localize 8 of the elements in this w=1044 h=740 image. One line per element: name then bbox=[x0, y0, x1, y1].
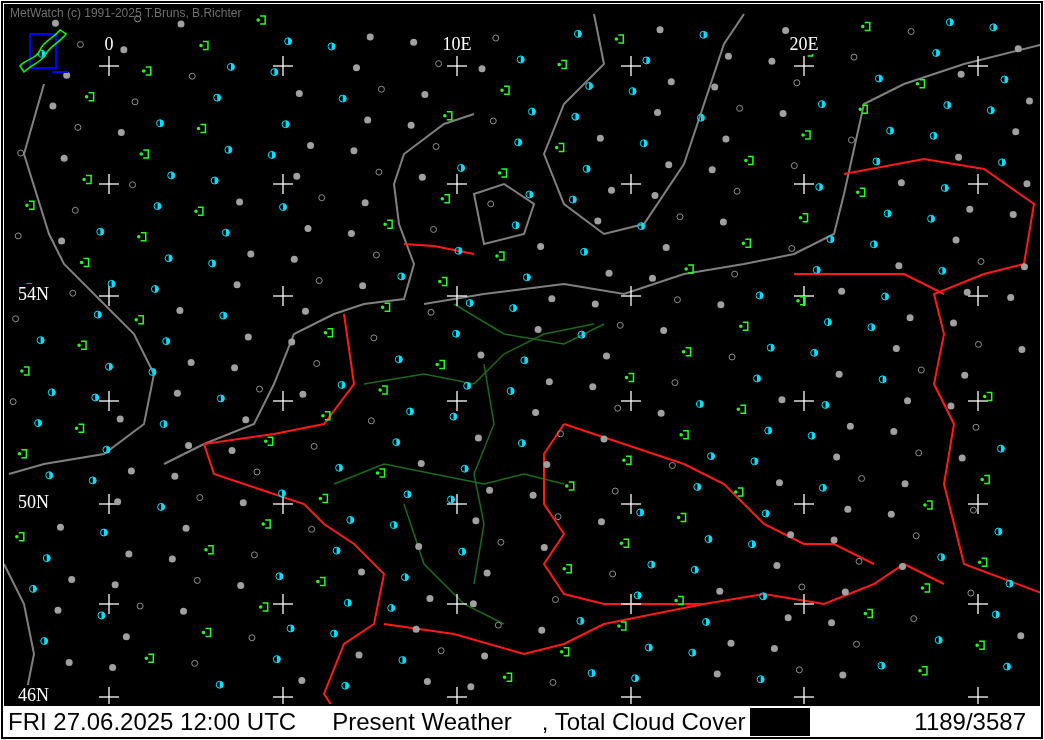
longitude-label: 20E bbox=[789, 34, 819, 54]
parameter-text: , Total Cloud Cover bbox=[541, 708, 750, 736]
copyright-title: MetWatch (c) 1991-2025 T.Bruns, B.Richter bbox=[10, 6, 242, 20]
date-time-text: FRI 27.06.2025 12:00 UTC bbox=[4, 708, 333, 736]
latitude-label: 50N bbox=[18, 492, 49, 512]
station-count-text: 1189/3587 bbox=[809, 708, 1040, 736]
latitude-label: 46N bbox=[18, 685, 49, 705]
parameter-text: Present Weather bbox=[332, 708, 542, 736]
